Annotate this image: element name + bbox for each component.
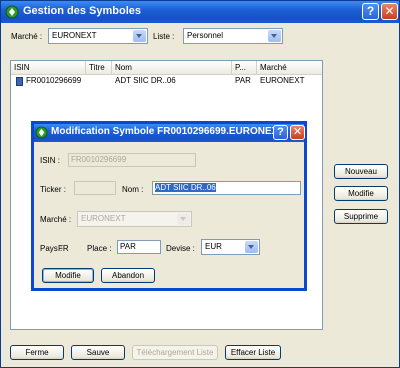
nom-field-value: ADT SIIC DR..06: [155, 183, 216, 192]
isin-label: ISIN :: [40, 156, 61, 165]
dialog-title: Modification Symbole FR0010296699.EURONE…: [51, 126, 287, 137]
sauve-button[interactable]: Sauve: [71, 345, 125, 360]
modifie-side-button[interactable]: Modifie: [334, 186, 388, 201]
cell-marche: EURONEXT: [260, 76, 305, 85]
nouveau-button[interactable]: Nouveau: [334, 164, 388, 179]
dialog-close-button[interactable]: ✕: [290, 125, 305, 140]
close-button[interactable]: ✕: [381, 3, 398, 20]
column-header-place[interactable]: P...: [232, 61, 257, 75]
effacer-liste-button[interactable]: Effacer Liste: [225, 345, 281, 360]
app-icon: [5, 5, 19, 19]
dialog-modifie-button[interactable]: Modifie: [42, 268, 94, 283]
telechargement-liste-button[interactable]: Téléchargement Liste: [132, 345, 218, 360]
dialog-abandon-button[interactable]: Abandon: [101, 268, 155, 283]
chevron-down-icon[interactable]: [177, 213, 190, 225]
ticker-label: Ticker :: [40, 185, 66, 194]
devise-select[interactable]: EUR: [201, 239, 260, 255]
modification-dialog: Modification Symbole FR0010296699.EURONE…: [31, 121, 307, 291]
isin-field[interactable]: FR0010296699: [68, 153, 196, 167]
app-icon: [35, 126, 48, 139]
marche-select[interactable]: EURONEXT: [48, 28, 148, 44]
main-titlebar[interactable]: Gestion des Symboles ? ✕: [1, 1, 399, 23]
window-title: Gestion des Symboles: [23, 5, 141, 17]
cell-nom: ADT SIIC DR..06: [115, 76, 176, 85]
marche-dialog-label: Marché :: [40, 215, 72, 224]
dialog-titlebar[interactable]: Modification Symbole FR0010296699.EURONE…: [34, 124, 305, 142]
column-header-isin[interactable]: ISIN: [11, 61, 86, 75]
dialog-help-button[interactable]: ?: [273, 125, 288, 140]
marche-dialog-select-value: EURONEXT: [81, 214, 126, 223]
symbol-row-icon: [16, 77, 23, 86]
supprime-button[interactable]: Supprime: [334, 209, 388, 224]
chevron-down-icon[interactable]: [268, 30, 281, 42]
pays-value: FR: [58, 244, 69, 253]
nom-field[interactable]: ADT SIIC DR..06: [152, 181, 301, 195]
place-field[interactable]: PAR: [117, 240, 161, 254]
nom-label: Nom :: [122, 185, 144, 194]
liste-label: Liste :: [153, 32, 175, 41]
table-header: ISIN Titre Nom P... Marché: [11, 61, 322, 75]
cell-isin: FR0010296699: [26, 76, 82, 85]
place-label: Place :: [87, 244, 112, 253]
liste-select[interactable]: Personnel: [183, 28, 283, 44]
chevron-down-icon[interactable]: [245, 241, 258, 253]
marche-dialog-select[interactable]: EURONEXT: [77, 211, 192, 227]
help-button[interactable]: ?: [362, 3, 379, 20]
ticker-field[interactable]: [74, 181, 116, 195]
main-window: Gestion des Symboles ? ✕ Marché : EURONE…: [0, 0, 400, 368]
marche-select-value: EURONEXT: [52, 31, 97, 40]
column-header-titre[interactable]: Titre: [86, 61, 112, 75]
devise-select-value: EUR: [205, 242, 222, 251]
column-header-nom[interactable]: Nom: [112, 61, 232, 75]
marche-label: Marché :: [11, 32, 43, 41]
ferme-button[interactable]: Ferme: [10, 345, 64, 360]
chevron-down-icon[interactable]: [133, 30, 146, 42]
devise-label: Devise :: [166, 244, 195, 253]
column-header-marche[interactable]: Marché: [257, 61, 323, 75]
cell-place: PAR: [235, 76, 251, 85]
liste-select-value: Personnel: [187, 31, 224, 40]
